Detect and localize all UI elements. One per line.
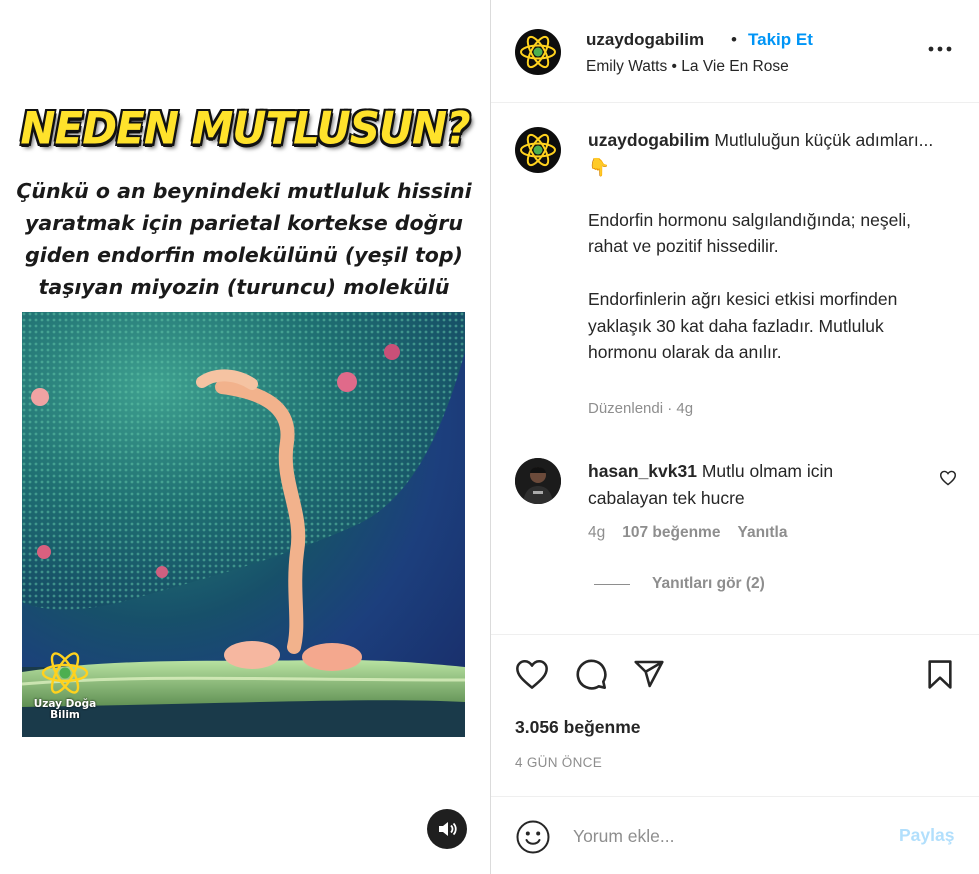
comment-input[interactable] bbox=[573, 821, 883, 851]
commenter-username[interactable]: hasan_kvk31 bbox=[588, 461, 697, 481]
media-caption: Çünkü o an beynindeki mutluluk hissini y… bbox=[16, 179, 472, 331]
caption-paragraph-2: Endorfin hormonu salgılandığında; neşeli… bbox=[588, 209, 911, 257]
caption-paragraph-3: Endorfinlerin ağrı kesici etkisi morfind… bbox=[588, 289, 898, 362]
comment-icon bbox=[576, 659, 607, 690]
post-like-count[interactable]: 3.056 beğenme bbox=[515, 717, 640, 738]
comment-like-button[interactable] bbox=[939, 470, 957, 491]
more-options-icon bbox=[928, 46, 952, 52]
view-replies-label: Yanıtları gör (2) bbox=[652, 575, 765, 592]
caption-meta: Düzenlendi · 4g bbox=[588, 400, 694, 417]
follow-button[interactable]: Takip Et bbox=[748, 30, 813, 50]
watermark-logo: Uzay Doğa Bilim bbox=[30, 652, 100, 721]
post-actions: 3.056 beğenme 4 GÜN ÖNCE bbox=[491, 634, 979, 804]
comment-text: hasan_kvk31 Mutlu olmam icin cabalayan t… bbox=[588, 458, 888, 511]
comment-composer: Paylaş bbox=[491, 796, 979, 874]
person-photo-icon bbox=[515, 458, 561, 504]
commenter-avatar[interactable] bbox=[515, 458, 561, 504]
post-media[interactable]: NEDEN MUTLUSUN? Çünkü o an beynindeki mu… bbox=[0, 0, 490, 874]
like-button[interactable] bbox=[513, 655, 551, 693]
post-comment-button[interactable]: Paylaş bbox=[899, 825, 954, 846]
sound-toggle-button[interactable] bbox=[427, 809, 467, 849]
bookmark-icon bbox=[928, 659, 952, 689]
sound-icon bbox=[439, 822, 457, 836]
caption-text: uzaydogabilim Mutluluğun küçük adımları.… bbox=[588, 127, 948, 366]
replies-divider bbox=[594, 583, 630, 585]
comment-reply-button[interactable]: Yanıtla bbox=[737, 524, 787, 542]
audio-label[interactable]: Emily Watts • La Vie En Rose bbox=[586, 58, 789, 76]
comment-time: 4g bbox=[588, 524, 606, 541]
more-options-button[interactable] bbox=[927, 36, 953, 62]
share-button[interactable] bbox=[630, 655, 668, 693]
share-icon bbox=[634, 660, 664, 688]
watermark-line2: Bilim bbox=[50, 709, 80, 721]
author-avatar[interactable] bbox=[515, 29, 561, 75]
atom-logo-icon bbox=[520, 133, 556, 167]
comment-like-count[interactable]: 107 beğenme bbox=[622, 524, 720, 542]
post-header: uzaydogabilim • Takip Et Emily Watts • L… bbox=[491, 0, 979, 103]
author-username[interactable]: uzaydogabilim bbox=[586, 30, 704, 50]
caption-author-avatar[interactable] bbox=[515, 127, 561, 173]
emoji-picker-button[interactable] bbox=[515, 819, 551, 855]
media-title: NEDEN MUTLUSUN? bbox=[20, 102, 470, 155]
heart-icon bbox=[516, 659, 548, 689]
atom-logo-icon bbox=[520, 35, 556, 69]
heart-icon bbox=[939, 470, 957, 486]
post-date: 4 GÜN ÖNCE bbox=[515, 755, 603, 770]
view-replies-button[interactable]: Yanıtları gör (2) bbox=[594, 575, 765, 593]
emoji-icon bbox=[516, 820, 550, 854]
caption-username[interactable]: uzaydogabilim bbox=[588, 130, 710, 150]
comment-meta: 4g 107 beğenme Yanıtla bbox=[588, 524, 787, 542]
save-button[interactable] bbox=[921, 655, 959, 693]
post-details-pane: uzaydogabilim • Takip Et Emily Watts • L… bbox=[491, 0, 979, 874]
comment-button[interactable] bbox=[572, 655, 610, 693]
atom-logo-icon bbox=[41, 652, 89, 694]
follow-separator: • bbox=[731, 30, 737, 49]
